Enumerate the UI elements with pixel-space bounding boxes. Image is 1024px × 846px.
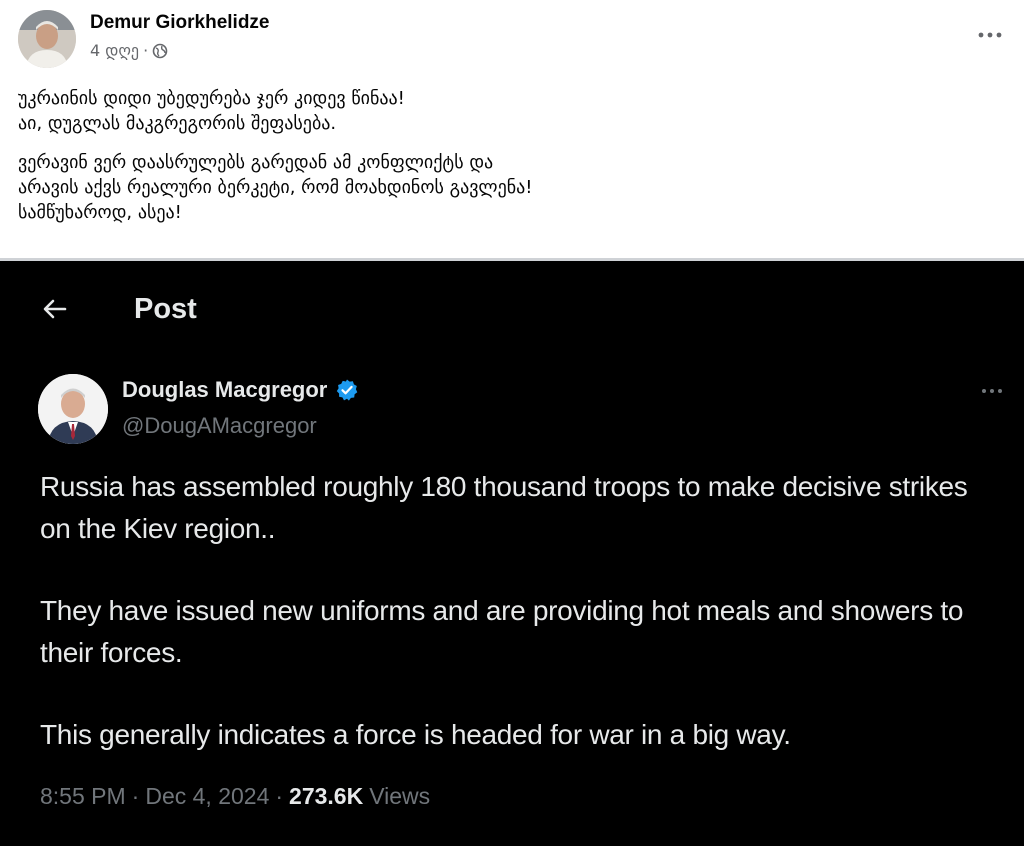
post-time[interactable]: 4 დღე [90,41,139,60]
facebook-post: Demur Giorkhelidze 4 დღე · უკრაინის დიდი… [0,0,1024,846]
tweet-author-name-text: Douglas Macgregor [122,377,328,402]
tweet-options-button [978,381,1008,401]
tweet-views-label: Views [369,783,431,809]
footer-separator: · [131,783,140,809]
more-dots-icon [978,32,1002,38]
tweet-author-avatar [38,374,108,444]
globe-icon [152,43,168,59]
tweet-author-handle: @DougAMacgregor [122,413,317,438]
verified-badge-icon [335,378,359,402]
post-paragraph: უკრაინის დიდი უბედურება ჯერ კიდევ წინაა!… [18,88,405,134]
meta-separator: · [143,41,149,60]
tweet-date: Dec 4, 2024 [145,783,270,809]
post-options-button[interactable] [972,22,1008,48]
tweet-screenshot[interactable]: Post Douglas Macgregor @DougAMacgregor R… [0,258,1024,846]
tweet-time: 8:55 PM [40,783,126,809]
arrow-left-icon [40,294,70,324]
author-name[interactable]: Demur Giorkhelidze [90,12,270,34]
tweet-paragraph: Russia has assembled roughly 180 thousan… [40,471,968,544]
tweet-footer: 8:55 PM · Dec 4, 2024 · 273.6K Views [40,783,430,810]
tweet-author-name: Douglas Macgregor [122,377,359,403]
post-header: Demur Giorkhelidze 4 დღე · [18,8,1008,70]
tweet-text: Russia has assembled roughly 180 thousan… [40,466,980,796]
tweet-paragraph: They have issued new uniforms and are pr… [40,595,964,668]
tweet-views-count: 273.6K [289,783,364,809]
post-paragraph: ვერავინ ვერ დაასრულებს გარედან ამ კონფლი… [18,152,533,223]
tweet-topbar: Post [40,289,197,329]
post-meta: 4 დღე · [90,41,168,60]
author-avatar[interactable] [18,10,76,68]
tweet-page-title: Post [134,292,197,325]
tweet-paragraph: This generally indicates a force is head… [40,719,791,750]
footer-separator: · [275,783,284,809]
more-dots-icon [982,389,1002,393]
post-text: უკრაინის დიდი უბედურება ჯერ კიდევ წინაა!… [18,86,1006,239]
